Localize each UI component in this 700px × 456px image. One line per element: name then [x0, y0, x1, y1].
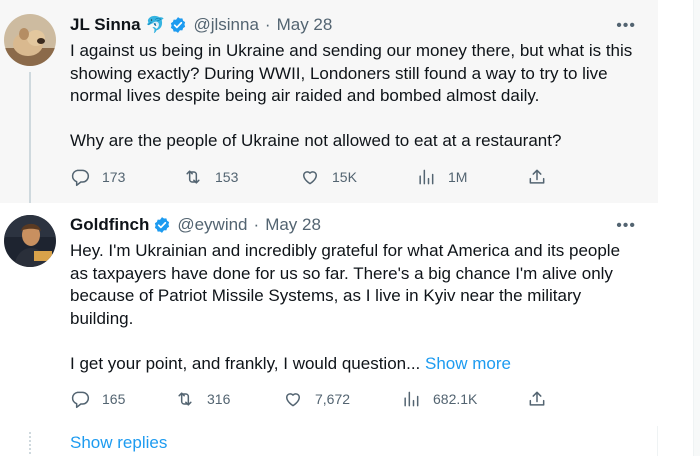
reply-count: 173 [102, 169, 126, 185]
repost-icon [186, 170, 200, 184]
separator: · [253, 215, 260, 234]
thread-line [29, 72, 31, 203]
view-count: 1M [448, 169, 468, 185]
tweet-actions: 165 316 7,672 682.1K [70, 389, 550, 411]
tweet-paragraph: Hey. I'm Ukrainian and incredibly gratef… [70, 241, 621, 328]
tweet-actions: 173 153 15K 1M [70, 167, 550, 189]
reply-button[interactable]: 173 [70, 167, 125, 187]
repost-icon [178, 392, 192, 406]
timeline: JL Sinna 🐬 @jlsinna · May 28 ••• I again… [0, 0, 658, 456]
reply-count: 165 [102, 391, 126, 407]
analytics-icon [419, 169, 434, 185]
more-options-icon[interactable]: ••• [616, 17, 636, 35]
repost-count: 316 [207, 391, 231, 407]
more-options-icon[interactable]: ••• [616, 217, 636, 235]
tweet-goldfinch[interactable]: Goldfinch @eywind · May 28 ••• Hey. I'm … [0, 203, 658, 426]
tweet-jlsinna[interactable]: JL Sinna 🐬 @jlsinna · May 28 ••• I again… [0, 0, 658, 203]
like-count: 7,672 [315, 391, 351, 407]
tweet-text: I against us being in Ukraine and sendin… [70, 40, 640, 153]
handle[interactable]: @eywind [177, 215, 247, 235]
tweet-header: Goldfinch @eywind · May 28 [70, 215, 321, 235]
timestamp[interactable]: May 28 [265, 215, 321, 235]
reply-icon [71, 169, 90, 187]
dolphin-emoji: 🐬 [145, 17, 166, 34]
separator: · [264, 15, 271, 34]
like-button[interactable]: 15K [300, 167, 357, 187]
tweet-paragraph: I get your point, and frankly, I would q… [70, 353, 640, 376]
display-name[interactable]: JL Sinna [70, 15, 141, 35]
avatar[interactable] [4, 14, 56, 66]
tweet-paragraph: Why are the people of Ukraine not allowe… [70, 131, 562, 150]
show-replies-link[interactable]: Show replies [70, 433, 167, 453]
views-button[interactable]: 1M [416, 167, 467, 187]
repost-button[interactable]: 153 [183, 167, 238, 187]
view-count: 682.1K [433, 391, 478, 407]
share-button[interactable] [527, 167, 547, 187]
share-icon [529, 391, 545, 406]
repost-button[interactable]: 316 [175, 389, 230, 409]
share-icon [529, 169, 545, 184]
right-sidebar [659, 0, 700, 456]
share-button[interactable] [527, 389, 547, 409]
tweet-text: Hey. I'm Ukrainian and incredibly gratef… [70, 240, 640, 375]
verified-badge-icon [155, 217, 170, 233]
tweet-paragraph: I against us being in Ukraine and sendin… [70, 41, 633, 105]
timestamp[interactable]: May 28 [277, 15, 333, 35]
heart-icon [286, 393, 300, 407]
like-count: 15K [332, 169, 357, 185]
display-name[interactable]: Goldfinch [70, 215, 149, 235]
tweet-header: JL Sinna 🐬 @jlsinna · May 28 [70, 15, 332, 35]
views-button[interactable]: 682.1K [401, 389, 477, 409]
reply-icon [71, 391, 90, 409]
thread-connector [29, 432, 31, 454]
repost-count: 153 [215, 169, 239, 185]
reply-button[interactable]: 165 [70, 389, 125, 409]
sidebar-edge [693, 0, 700, 456]
heart-icon [303, 171, 317, 185]
like-button[interactable]: 7,672 [283, 389, 350, 409]
verified-badge-icon [171, 17, 186, 33]
truncated-text: I get your point, and frankly, I would q… [70, 353, 421, 373]
analytics-icon [404, 391, 419, 407]
show-more-link[interactable]: Show more [425, 354, 511, 373]
avatar[interactable] [4, 215, 56, 267]
handle[interactable]: @jlsinna [193, 15, 258, 35]
